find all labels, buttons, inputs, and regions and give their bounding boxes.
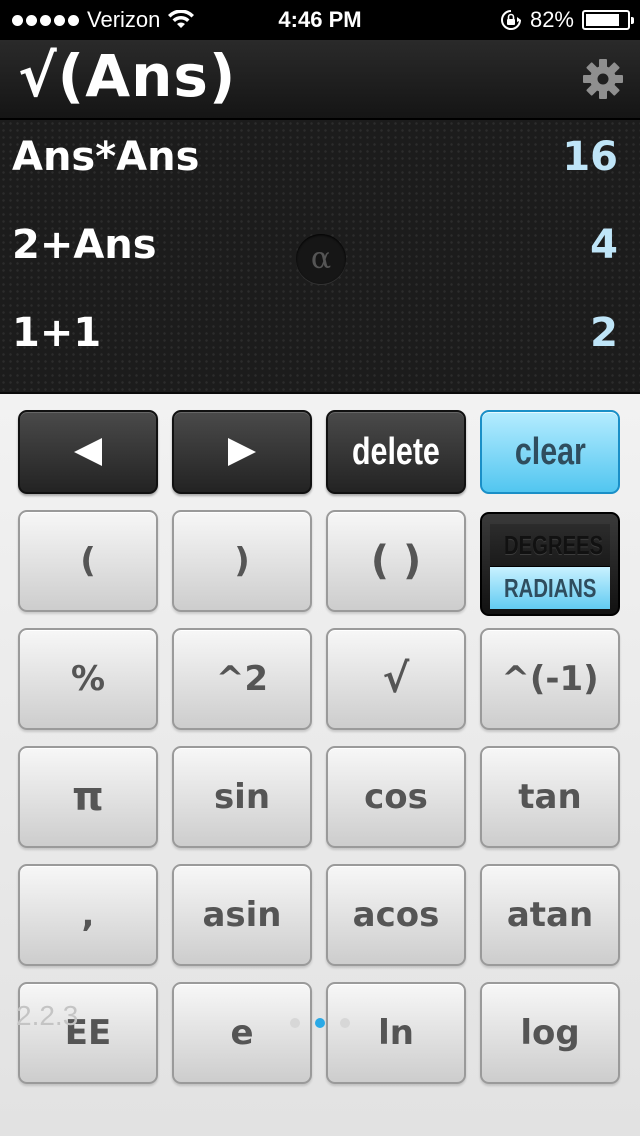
page-dot[interactable] <box>290 1018 300 1028</box>
rotation-lock-icon <box>500 10 521 30</box>
right-arrow-icon <box>228 438 256 466</box>
cursor-right-button[interactable] <box>172 410 312 494</box>
paren-pair-button[interactable]: ( ) <box>326 510 466 612</box>
cursor-left-button[interactable] <box>18 410 158 494</box>
sin-button[interactable]: sin <box>172 746 312 848</box>
page-dot[interactable] <box>340 1018 350 1028</box>
degrees-option[interactable]: DEGREES <box>490 524 610 567</box>
page-dot-active[interactable] <box>315 1018 325 1028</box>
degrees-label: DEGREES <box>503 530 604 560</box>
radians-label: RADIANS <box>503 573 597 603</box>
history-list: Ans*Ans 16 2+Ans 4 1+1 2 α <box>0 120 640 395</box>
battery-percent: 82% <box>529 7 574 32</box>
reciprocal-button[interactable]: ^(-1) <box>480 628 620 730</box>
history-expression[interactable]: Ans*Ans <box>12 134 199 180</box>
close-paren-button[interactable]: ) <box>172 510 312 612</box>
expression-display: √(Ans) <box>0 40 640 120</box>
history-expression[interactable]: 1+1 <box>12 310 101 356</box>
clear-label: clear <box>514 430 586 473</box>
history-result[interactable]: 16 <box>562 134 618 180</box>
comma-button[interactable]: , <box>18 864 158 966</box>
open-paren-button[interactable]: ( <box>18 510 158 612</box>
delete-label: delete <box>352 430 440 473</box>
asin-button[interactable]: asin <box>172 864 312 966</box>
gear-icon[interactable] <box>582 58 624 100</box>
clear-button[interactable]: clear <box>480 410 620 494</box>
history-result[interactable]: 4 <box>590 222 618 268</box>
status-bar: Verizon 4:46 PM 82% <box>0 0 640 40</box>
angle-mode-toggle[interactable]: DEGREES RADIANS <box>480 512 620 616</box>
e-constant-button[interactable]: e <box>172 982 312 1084</box>
alpha-button[interactable]: α <box>296 234 346 284</box>
acos-button[interactable]: acos <box>326 864 466 966</box>
ee-button[interactable]: EE <box>18 982 158 1084</box>
delete-button[interactable]: delete <box>326 410 466 494</box>
percent-button[interactable]: % <box>18 628 158 730</box>
current-expression[interactable]: √(Ans) <box>18 42 236 110</box>
pi-button[interactable]: π <box>18 746 158 848</box>
cos-button[interactable]: cos <box>326 746 466 848</box>
battery-icon <box>582 10 634 30</box>
version-label: 2.2.3 <box>16 1000 79 1031</box>
history-row[interactable]: 1+1 2 <box>0 296 640 384</box>
ln-button[interactable]: ln <box>326 982 466 1084</box>
status-right: 82% <box>500 7 634 33</box>
history-row[interactable]: Ans*Ans 16 <box>0 120 640 208</box>
atan-button[interactable]: atan <box>480 864 620 966</box>
history-expression[interactable]: 2+Ans <box>12 222 157 268</box>
history-result[interactable]: 2 <box>590 310 618 356</box>
square-button[interactable]: ^2 <box>172 628 312 730</box>
sqrt-button[interactable]: √ <box>326 628 466 730</box>
tan-button[interactable]: tan <box>480 746 620 848</box>
left-arrow-icon <box>74 438 102 466</box>
radians-option[interactable]: RADIANS <box>490 567 610 609</box>
log-button[interactable]: log <box>480 982 620 1084</box>
